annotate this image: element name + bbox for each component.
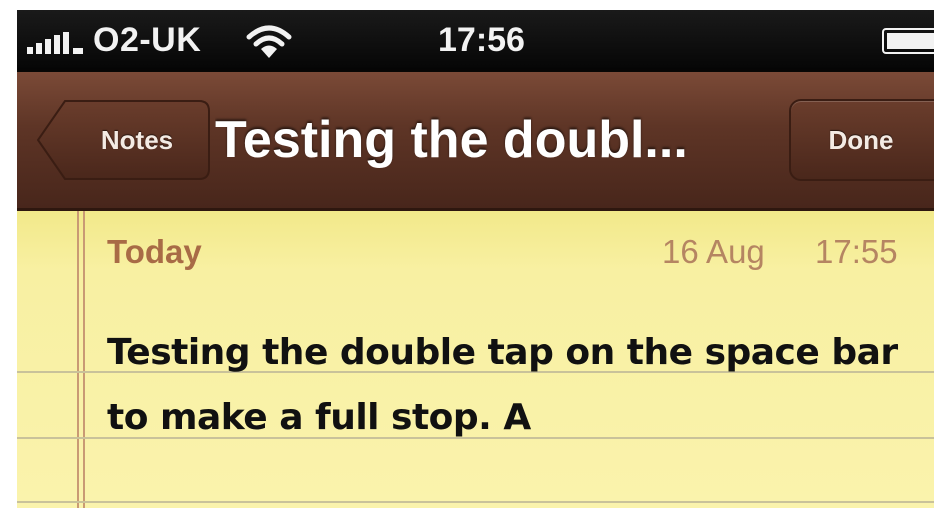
notes-app-screen: O2-UK 17:56 Notes Testing the doubl... D… xyxy=(17,10,934,508)
margin-line xyxy=(83,211,85,508)
ruled-line xyxy=(17,501,934,503)
note-day-label: Today xyxy=(107,233,202,270)
wifi-icon xyxy=(246,25,292,58)
back-button-label: Notes xyxy=(100,125,174,155)
note-text-line[interactable]: to make a full stop. A xyxy=(107,397,531,438)
navigation-bar: Notes Testing the doubl... Done xyxy=(17,72,934,211)
done-button[interactable]: Done xyxy=(789,99,934,181)
note-paper[interactable]: Today 16 Aug 17:55 Testing the double ta… xyxy=(17,211,934,508)
done-button-label: Done xyxy=(828,125,894,155)
note-title: Testing the doubl... xyxy=(215,111,688,169)
margin-line xyxy=(77,211,79,508)
note-time: 17:55 xyxy=(815,233,898,270)
battery-icon xyxy=(882,28,934,54)
note-date: 16 Aug xyxy=(662,233,765,270)
status-clock: 17:56 xyxy=(438,21,525,59)
signal-bars-icon xyxy=(27,32,83,54)
carrier-name: O2-UK xyxy=(93,21,202,59)
note-text-line[interactable]: Testing the double tap on the space bar xyxy=(107,332,898,373)
notes-back-button[interactable]: Notes xyxy=(35,99,211,181)
status-bar: O2-UK 17:56 xyxy=(17,10,934,72)
